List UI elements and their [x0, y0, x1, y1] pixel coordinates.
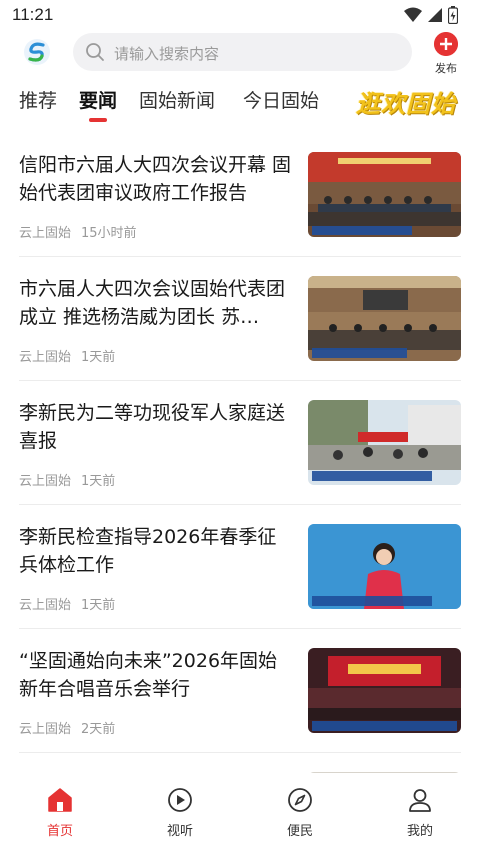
- news-meta: 云上固始 1天前: [19, 470, 115, 489]
- news-item-partial[interactable]: [0, 753, 480, 773]
- tab-today-gushi[interactable]: 今日固始: [243, 86, 319, 113]
- news-list: 信阳市六届人大四次会议开幕 固始代表团审议政府工作报告 云上固始 15小时前 市六…: [0, 133, 480, 773]
- nav-home-label: 首页: [46, 824, 73, 839]
- news-source: 云上固始: [19, 598, 72, 613]
- news-meta: 云上固始 1天前: [19, 346, 115, 365]
- signal-icon: [428, 8, 442, 22]
- home-icon: [48, 788, 72, 812]
- news-thumbnail: [308, 400, 461, 485]
- search-placeholder: 请输入搜索内容: [114, 45, 220, 63]
- news-item[interactable]: “坚固通始向未来”2026年固始新年合唱音乐会举行 云上固始 2天前: [0, 629, 480, 753]
- news-title: 李新民为二等功现役军人家庭送喜报: [19, 402, 286, 452]
- battery-icon: [448, 6, 458, 24]
- wifi-icon: [404, 7, 422, 22]
- news-time: 15小时前: [81, 226, 137, 241]
- banner-tab-text: 逛欢固始: [356, 89, 456, 118]
- user-icon: [409, 789, 431, 812]
- news-time: 1天前: [81, 598, 116, 613]
- bottom-nav: 首页 视听 便民 我的: [0, 773, 480, 853]
- nav-profile[interactable]: 我的: [380, 787, 460, 841]
- news-thumbnail: [308, 524, 461, 609]
- news-thumbnail: [308, 648, 461, 733]
- news-source: 云上固始: [19, 226, 72, 241]
- news-meta: 云上固始 2天前: [19, 718, 115, 737]
- news-title: “坚固通始向未来”2026年固始新年合唱音乐会举行: [19, 650, 278, 700]
- app-logo-icon[interactable]: [23, 38, 51, 66]
- news-source: 云上固始: [19, 474, 72, 489]
- channel-tabs: 推荐 要闻 固始新闻 今日固始 逛欢固始: [0, 80, 480, 124]
- tab-gushi-news[interactable]: 固始新闻: [139, 86, 215, 113]
- news-title: 李新民检查指导2026年春季征兵体检工作: [19, 526, 277, 576]
- news-item[interactable]: 李新民为二等功现役军人家庭送喜报 云上固始 1天前: [0, 381, 480, 505]
- news-thumbnail: [308, 152, 461, 237]
- search-icon: [86, 43, 104, 61]
- tab-recommend[interactable]: 推荐: [19, 86, 57, 113]
- nav-media-label: 视听: [166, 824, 193, 839]
- news-thumbnail: [308, 276, 461, 361]
- play-icon: [168, 788, 192, 812]
- news-time: 2天前: [81, 722, 116, 737]
- status-time: 11:21: [12, 5, 54, 24]
- search-input[interactable]: 请输入搜索内容: [73, 33, 412, 71]
- news-time: 1天前: [81, 474, 116, 489]
- nav-services-label: 便民: [286, 824, 313, 839]
- publish-button[interactable]: 发布: [428, 32, 464, 76]
- news-source: 云上固始: [19, 350, 72, 365]
- news-title: 市六届人大四次会议固始代表团成立 推选杨浩威为团长 苏…: [19, 278, 286, 328]
- news-item[interactable]: 市六届人大四次会议固始代表团成立 推选杨浩威为团长 苏… 云上固始 1天前: [0, 257, 480, 381]
- news-time: 1天前: [81, 350, 116, 365]
- nav-profile-label: 我的: [406, 824, 433, 839]
- nav-home[interactable]: 首页: [20, 787, 100, 841]
- news-item[interactable]: 李新民检查指导2026年春季征兵体检工作 云上固始 1天前: [0, 505, 480, 629]
- header: 请输入搜索内容 发布: [0, 30, 480, 76]
- nav-services[interactable]: 便民: [260, 787, 340, 841]
- news-meta: 云上固始 15小时前: [19, 222, 137, 241]
- compass-icon: [288, 788, 312, 812]
- news-source: 云上固始: [19, 722, 72, 737]
- news-item[interactable]: 信阳市六届人大四次会议开幕 固始代表团审议政府工作报告 云上固始 15小时前: [0, 133, 480, 257]
- publish-label: 发布: [435, 62, 457, 75]
- tab-banner-gushi[interactable]: 逛欢固始: [354, 80, 480, 122]
- status-bar: 11:21: [0, 0, 480, 30]
- nav-media[interactable]: 视听: [140, 787, 220, 841]
- news-title: 信阳市六届人大四次会议开幕 固始代表团审议政府工作报告: [19, 154, 292, 204]
- tab-headlines[interactable]: 要闻: [79, 86, 117, 113]
- status-icons: [404, 6, 458, 24]
- active-tab-indicator: [89, 118, 107, 122]
- plus-icon: [434, 32, 458, 56]
- news-meta: 云上固始 1天前: [19, 594, 115, 613]
